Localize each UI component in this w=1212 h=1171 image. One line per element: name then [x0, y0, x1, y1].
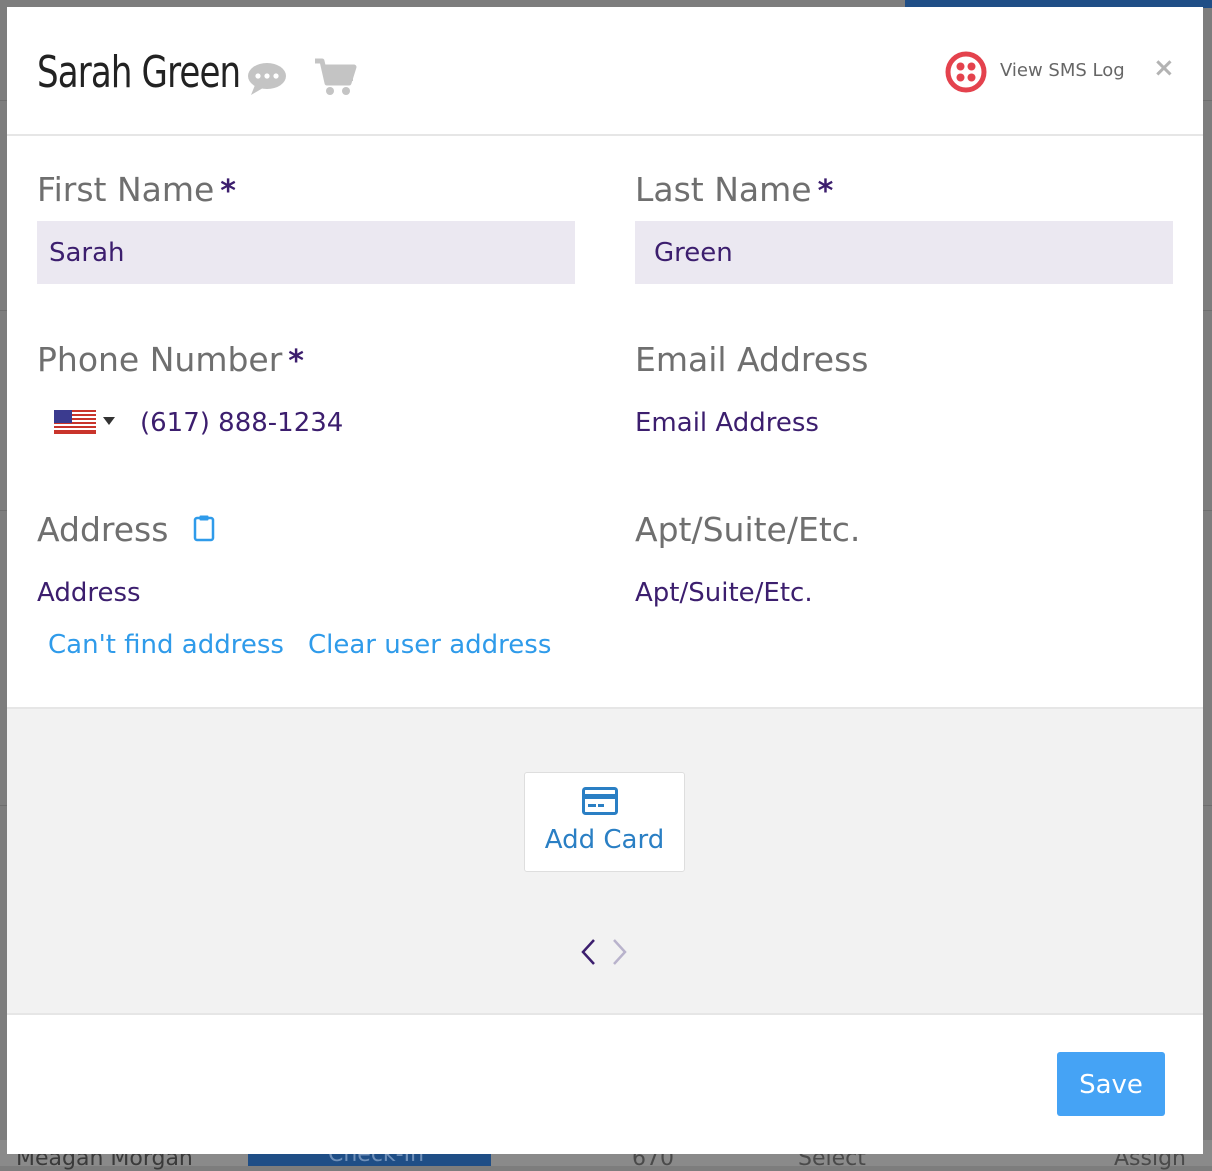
phone-number-label: Phone Number *	[37, 340, 304, 379]
page-title: Sarah Green	[37, 47, 241, 98]
first-name-label: First Name *	[37, 170, 236, 209]
address-field[interactable]: Address	[37, 578, 141, 608]
add-card-button[interactable]: Add Card	[524, 772, 685, 872]
credit-card-icon	[582, 787, 618, 819]
first-name-field[interactable]: Sarah	[37, 221, 575, 284]
twilio-icon[interactable]	[945, 51, 987, 97]
required-asterisk: *	[288, 344, 304, 379]
close-icon[interactable]: ×	[1153, 53, 1175, 83]
clear-user-address-link[interactable]: Clear user address	[308, 630, 551, 660]
email-address-field[interactable]: Email Address	[635, 408, 819, 438]
us-flag-icon[interactable]	[54, 410, 96, 438]
phone-number-field[interactable]: (617) 888-1234	[140, 408, 343, 438]
phone-number-label-text: Phone Number	[37, 340, 283, 379]
add-card-label: Add Card	[544, 825, 665, 855]
apt-suite-field[interactable]: Apt/Suite/Etc.	[635, 578, 813, 608]
view-sms-log-link[interactable]: View SMS Log	[1000, 60, 1125, 81]
country-dropdown-caret-icon[interactable]	[103, 417, 115, 425]
address-label: Address	[37, 510, 169, 549]
required-asterisk: *	[220, 174, 236, 209]
cart-icon[interactable]	[313, 57, 357, 101]
last-name-label-text: Last Name	[635, 170, 812, 209]
required-asterisk: *	[817, 174, 834, 209]
chat-icon[interactable]	[247, 61, 287, 101]
email-address-label: Email Address	[635, 340, 869, 379]
last-name-field[interactable]: Green	[635, 221, 1173, 284]
customer-modal: Sarah Green View SMS Log × First Name * …	[7, 7, 1203, 1154]
cant-find-address-link[interactable]: Can't find address	[48, 630, 284, 660]
modal-header: Sarah Green View SMS Log ×	[7, 7, 1203, 136]
apt-suite-label: Apt/Suite/Etc.	[635, 510, 861, 549]
save-button[interactable]: Save	[1057, 1052, 1165, 1116]
chevron-left-icon[interactable]	[579, 937, 597, 971]
chevron-right-icon[interactable]	[611, 937, 629, 971]
last-name-label: Last Name *	[635, 170, 833, 209]
first-name-label-text: First Name	[37, 170, 215, 209]
payment-cards-section: Add Card	[7, 707, 1203, 1015]
clipboard-icon[interactable]	[193, 514, 215, 546]
